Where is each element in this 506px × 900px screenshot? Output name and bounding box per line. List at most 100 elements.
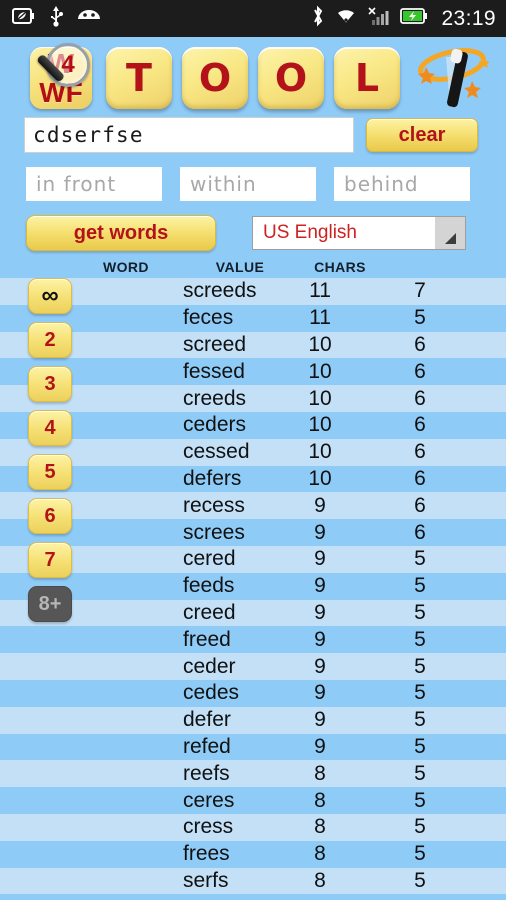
table-row[interactable]: creeds 10 6 [0, 385, 506, 412]
cell-chars: 6 [414, 386, 426, 410]
app-root: 23:19 W WF 4 T O O L [0, 0, 506, 900]
cell-word: feeds [183, 574, 235, 598]
cell-word: reefs [183, 761, 230, 785]
cell-word: serfs [183, 868, 229, 892]
status-bar-left-icons [12, 5, 102, 32]
table-row[interactable]: recess 9 6 [0, 492, 506, 520]
cell-chars: 6 [414, 466, 426, 490]
cell-chars: 5 [414, 600, 426, 624]
cell-value: 8 [314, 815, 326, 839]
cell-word: freed [183, 627, 231, 651]
cell-word: cered [183, 547, 236, 571]
cell-word: feces [183, 306, 234, 330]
cell-chars: 5 [414, 868, 426, 892]
clear-button[interactable]: clear [366, 118, 478, 152]
table-row[interactable]: cessed 10 6 [0, 438, 506, 466]
cell-value: 9 [314, 574, 326, 598]
cell-word: screed [183, 332, 247, 356]
in-front-input[interactable]: in front [26, 167, 162, 201]
length-filter-7[interactable]: 7 [28, 542, 72, 578]
cell-value: 9 [314, 627, 326, 651]
battery-charging-icon [400, 8, 428, 29]
cell-word: frees [183, 842, 230, 866]
position-filters-row: in front within behind [0, 166, 506, 202]
length-filter-3[interactable]: 3 [28, 366, 72, 402]
table-row[interactable]: serfs 8 5 [0, 867, 506, 895]
cell-word: ceders [183, 413, 247, 437]
signal-bars-icon [367, 6, 391, 31]
cell-word: screeds [183, 279, 257, 303]
cell-chars: 5 [414, 842, 426, 866]
cell-value: 11 [309, 306, 331, 330]
table-row[interactable]: screes 9 6 [0, 519, 506, 546]
table-row[interactable]: creed 9 5 [0, 599, 506, 627]
usb-icon [48, 5, 64, 32]
title-tiles: T O O L [106, 47, 400, 109]
cell-chars: 5 [414, 734, 426, 758]
length-filter-5[interactable]: 5 [28, 454, 72, 490]
cell-value: 9 [314, 493, 326, 517]
cell-word: cedes [183, 681, 240, 705]
table-row[interactable]: feeds 9 5 [0, 572, 506, 600]
table-row[interactable]: freed 9 5 [0, 626, 506, 654]
table-row[interactable]: defers 10 6 [0, 465, 506, 493]
title-tile-o1: O [182, 47, 248, 109]
power-save-battery-icon [12, 7, 36, 30]
cell-value: 9 [314, 600, 326, 624]
cell-word: creed [183, 600, 236, 624]
cell-value: 11 [309, 279, 331, 303]
cell-value: 10 [308, 386, 332, 410]
search-input[interactable]: cdserfse [24, 117, 354, 153]
cell-value: 8 [314, 842, 326, 866]
within-input[interactable]: within [180, 167, 316, 201]
search-row: cdserfse clear [0, 116, 506, 154]
cell-word: cress [183, 815, 234, 839]
results-panel: WORD VALUE CHARS ∞ 2 3 4 5 6 7 8+ screed… [0, 256, 506, 900]
language-select[interactable]: US English [252, 216, 466, 250]
table-row[interactable]: fessed 10 6 [0, 358, 506, 386]
cell-value: 10 [308, 413, 332, 437]
length-filter-any[interactable]: ∞ [28, 278, 72, 314]
get-words-button[interactable]: get words [26, 215, 216, 251]
table-row[interactable]: ceres 8 5 [0, 787, 506, 814]
table-row[interactable]: cered 9 5 [0, 545, 506, 573]
length-filter-2[interactable]: 2 [28, 322, 72, 358]
status-bar-clock: 23:19 [441, 6, 496, 30]
cell-value: 9 [314, 547, 326, 571]
cell-word: fessed [183, 359, 245, 383]
action-row: get words US English [0, 212, 506, 254]
cell-value: 9 [314, 520, 326, 544]
chevron-down-icon [435, 217, 465, 249]
table-row[interactable]: defer 9 5 [0, 706, 506, 734]
cell-value: 9 [314, 708, 326, 732]
results-table: screeds 11 7 feces 11 5 screed 10 6 fessed 10 6 cree… [0, 278, 506, 895]
cell-word: defers [183, 466, 242, 490]
table-row[interactable]: feces 11 5 [0, 304, 506, 332]
cell-chars: 6 [414, 493, 426, 517]
table-row[interactable]: screeds 11 7 [0, 278, 506, 305]
cell-value: 9 [314, 681, 326, 705]
cell-value: 9 [314, 734, 326, 758]
table-row[interactable]: ceders 10 6 [0, 411, 506, 439]
cell-chars: 5 [414, 627, 426, 651]
length-filter-8plus[interactable]: 8+ [28, 586, 72, 622]
title-tile-l: L [334, 47, 400, 109]
cell-word: creeds [183, 386, 247, 410]
table-row[interactable]: frees 8 5 [0, 840, 506, 868]
length-filter-6[interactable]: 6 [28, 498, 72, 534]
behind-input[interactable]: behind [334, 167, 470, 201]
cell-value: 10 [308, 440, 332, 464]
language-select-value: US English [263, 222, 357, 243]
table-row[interactable]: cedes 9 5 [0, 679, 506, 707]
cell-word: refed [183, 734, 231, 758]
status-bar-right-icons: 23:19 [311, 5, 496, 32]
table-row[interactable]: ceder 9 5 [0, 653, 506, 680]
length-filter-buttons: ∞ 2 3 4 5 6 7 8+ [28, 278, 72, 630]
cell-word: recess [183, 493, 245, 517]
table-row[interactable]: reefs 8 5 [0, 760, 506, 788]
length-filter-4[interactable]: 4 [28, 410, 72, 446]
table-row[interactable]: screed 10 6 [0, 331, 506, 359]
column-header-value: VALUE [215, 259, 265, 275]
table-row[interactable]: cress 8 5 [0, 813, 506, 841]
table-row[interactable]: refed 9 5 [0, 733, 506, 761]
